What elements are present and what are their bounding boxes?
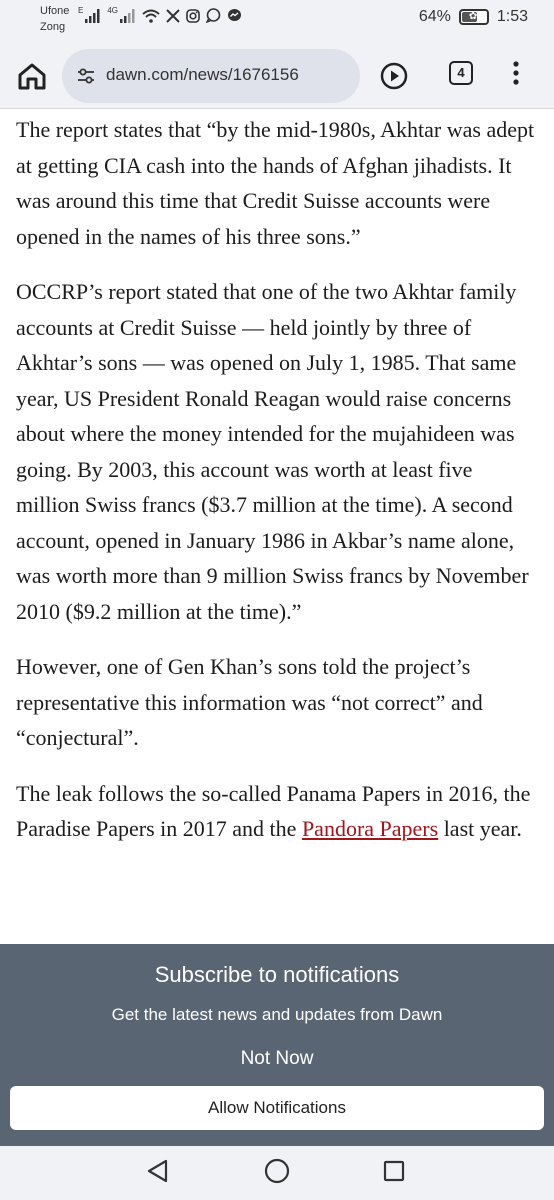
listen-button[interactable] xyxy=(380,62,408,95)
pandora-papers-link[interactable]: Pandora Papers xyxy=(302,816,438,841)
notification-subtitle: Get the latest news and updates from Daw… xyxy=(111,1005,443,1024)
home-icon xyxy=(18,63,46,90)
status-right: 64% ✿ 1:53 xyxy=(419,8,528,26)
signal-icon xyxy=(85,8,100,23)
network-type: 4G xyxy=(107,6,119,15)
status-bar: Ufone Zong E 4G 64% ✿ 1:53 xyxy=(0,0,554,44)
play-icon xyxy=(380,62,408,90)
article-paragraph: OCCRP’s report stated that one of the tw… xyxy=(16,279,529,624)
clock: 1:53 xyxy=(496,8,528,25)
browser-toolbar: dawn.com/news/1676156 4 xyxy=(0,44,554,109)
x-icon xyxy=(166,8,180,23)
battery-icon: ✿ xyxy=(458,9,489,25)
leaf-icon: ✿ xyxy=(468,11,478,22)
carrier-names: Ufone Zong xyxy=(40,3,69,35)
notification-prompt: Subscribe to notifications Get the lates… xyxy=(0,944,554,1146)
wifi-icon xyxy=(142,9,160,23)
instagram-icon xyxy=(186,8,200,23)
carrier-name: Zong xyxy=(40,21,66,33)
article-paragraph: However, one of Gen Khan’s sons told the… xyxy=(16,654,483,750)
whatsapp-icon xyxy=(206,8,221,23)
status-icons: E 4G xyxy=(78,6,242,23)
tab-switcher-button[interactable]: 4 xyxy=(449,61,473,85)
carrier-name: Ufone xyxy=(40,5,70,17)
notification-title: Subscribe to notifications xyxy=(154,962,400,987)
battery-percentage: 64% xyxy=(418,8,451,25)
allow-notifications-button[interactable]: Allow Notifications xyxy=(10,1086,544,1130)
messenger-icon xyxy=(228,9,242,21)
back-icon[interactable] xyxy=(145,1158,171,1184)
system-nav-bar xyxy=(0,1146,554,1200)
more-vert-icon xyxy=(513,61,519,85)
signal-icon xyxy=(120,8,135,23)
network-type: E xyxy=(78,6,84,15)
home-button[interactable] xyxy=(14,58,50,94)
home-circle-icon[interactable] xyxy=(264,1158,290,1184)
article-paragraph: The leak follows the so-called Panama Pa… xyxy=(16,776,540,847)
paragraph-text: last year. xyxy=(438,816,522,841)
article-paragraph: The report states that “by the mid-1980s… xyxy=(16,117,535,249)
site-settings-icon[interactable] xyxy=(76,66,96,86)
url-text: dawn.com/news/1676156 xyxy=(106,65,299,84)
not-now-button[interactable]: Not Now xyxy=(227,1048,327,1070)
address-bar[interactable]: dawn.com/news/1676156 xyxy=(62,49,360,103)
recents-icon[interactable] xyxy=(383,1160,405,1182)
menu-button[interactable] xyxy=(512,60,520,91)
article-body: The report states that “by the mid-1980s… xyxy=(16,108,540,867)
